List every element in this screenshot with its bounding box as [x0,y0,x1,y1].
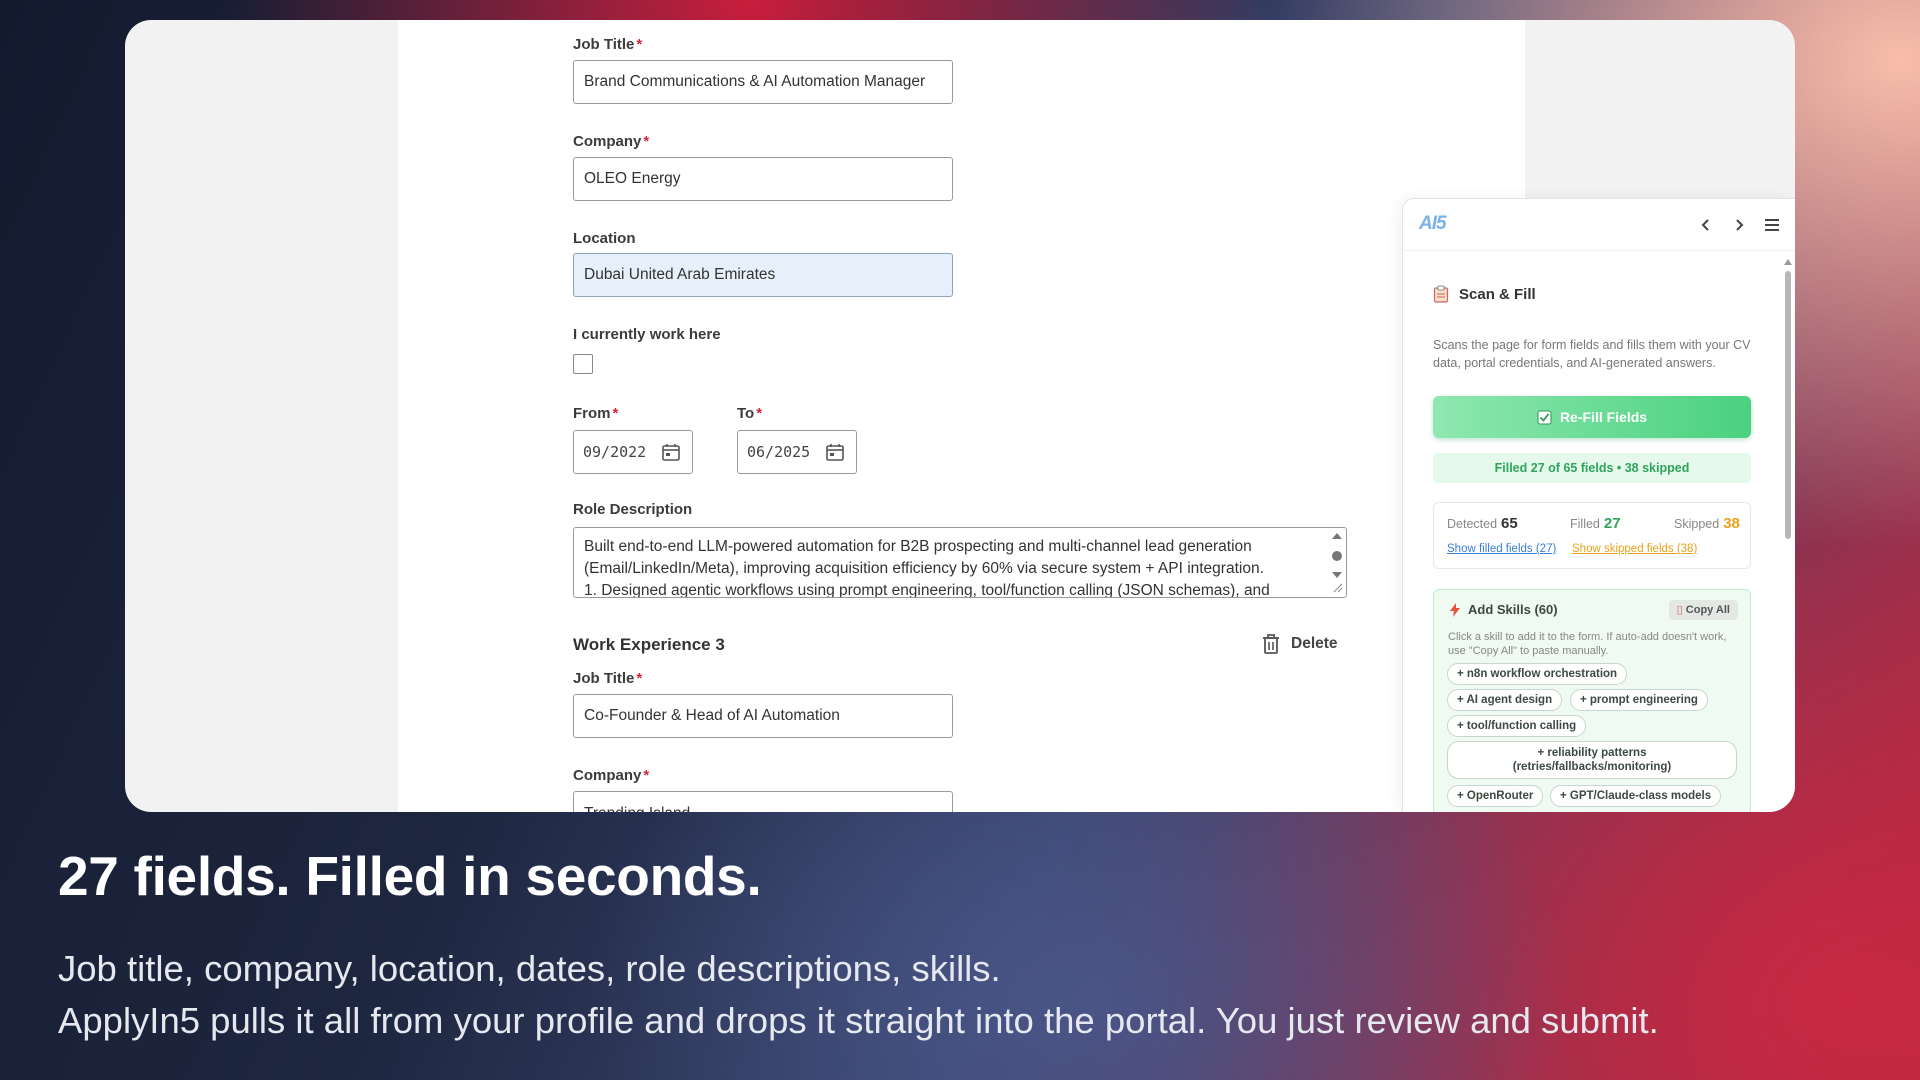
skill-chip[interactable]: + tool/function calling [1447,715,1587,737]
refill-fields-button[interactable]: Re-Fill Fields [1433,396,1751,438]
add-skills-card: Add Skills (60) ▯ Copy All Click a skill… [1433,589,1751,812]
required-mark: * [636,36,643,53]
chevron-left-icon[interactable] [1696,215,1716,235]
role-description-line: Built end-to-end LLM-powered automation … [584,538,1252,555]
from-date-value: 09/2022 [583,443,647,461]
chevron-right-icon[interactable] [1729,215,1749,235]
applyin5-extension-panel: AI5 Scan & Fill Scans the page for form … [1402,198,1795,812]
checkbox-check-icon [1537,410,1552,424]
scan-fill-description: Scans the page for form fields and fills… [1433,338,1751,370]
scan-fill-title: Scan & Fill [1459,285,1536,303]
to-date-input[interactable]: 06/2025 [737,430,857,474]
role-description-textarea[interactable]: Built end-to-end LLM-powered automation … [573,527,1347,598]
trash-icon [1263,634,1279,654]
location-label: Location [573,230,636,247]
job-title-3-input[interactable]: Co-Founder & Head of AI Automation [573,694,953,738]
caption-headline: 27 fields. Filled in seconds. [58,845,762,907]
detected-count: 65 [1501,515,1518,532]
ai5-logo: AI5 [1419,213,1447,234]
lightning-icon [1450,602,1460,617]
work-experience-form: Job Title * Brand Communications & AI Aut… [573,20,1353,812]
application-form-page: Job Title * Brand Communications & AI Aut… [398,20,1525,812]
panel-scrollbar[interactable] [1783,259,1793,809]
to-label: To * [737,405,763,422]
skill-chip[interactable]: + reliability patterns (retries/fallback… [1447,741,1737,779]
detected-stat: Detected 65 [1447,515,1518,532]
add-skills-title: Add Skills (60) [1468,602,1558,617]
skill-chip[interactable]: + AI agent design [1447,689,1563,711]
company-3-input[interactable]: Trending Island [573,791,953,812]
company-label: Company * [573,133,650,150]
skill-chip[interactable]: + prompt engineering [1570,689,1708,711]
skill-chip[interactable]: + OpenRouter [1447,785,1544,807]
caption-line-1: Job title, company, location, dates, rol… [58,948,1001,989]
skill-chip[interactable]: + n8n workflow orchestration [1447,663,1628,685]
panel-header: AI5 [1403,199,1795,251]
skipped-count: 38 [1723,515,1740,532]
copy-all-button[interactable]: ▯ Copy All [1668,600,1738,620]
show-filled-link[interactable]: Show filled fields (27) [1447,543,1556,555]
fill-stats-card: Detected 65 Filled 27 Skipped 38 Show fille… [1433,502,1751,569]
textarea-scrollbar[interactable] [1330,530,1344,594]
skipped-stat: Skipped 38 [1674,515,1740,532]
role-description-line: 1. Designed agentic workflows using prom… [584,582,1270,598]
filled-count: 27 [1603,515,1621,532]
to-date-value: 06/2025 [747,443,811,461]
menu-icon[interactable] [1762,215,1782,235]
currently-work-here-label: I currently work here [573,326,721,343]
currently-work-here-checkbox[interactable] [573,354,593,374]
from-label: From * [573,405,619,422]
location-input[interactable]: Dubai United Arab Emirates [573,253,953,297]
add-skills-heading: Add Skills (60) [1450,602,1558,617]
job-title-3-label: Job Title * [573,670,643,687]
required-mark: * [636,670,643,687]
skills-hint: Click a skill to add it to the form. If … [1448,631,1727,657]
calendar-icon[interactable] [661,442,681,462]
company-input[interactable]: OLEO Energy [573,157,953,201]
company-3-label: Company * [573,767,650,784]
screenshot-frame: Job Title * Brand Communications & AI Aut… [125,20,1795,812]
required-mark: * [756,405,763,422]
delete-label: Delete [1291,635,1338,652]
required-mark: * [643,133,650,150]
caption-line-2: ApplyIn5 pulls it all from your profile … [58,1000,1659,1041]
calendar-icon[interactable] [825,442,845,462]
from-date-input[interactable]: 09/2022 [573,430,693,474]
clipboard-icon: ▯ [1676,604,1683,616]
scan-fill-heading: Scan & Fill [1433,285,1536,303]
delete-button[interactable]: Delete [1261,633,1338,655]
job-title-label: Job Title * [573,36,643,53]
required-mark: * [612,405,619,422]
role-description-line: (Email/LinkedIn/Meta), improving acquisi… [584,560,1264,577]
clipboard-icon [1433,285,1449,303]
required-mark: * [643,767,650,784]
filled-stat: Filled 27 [1570,515,1621,532]
skill-chip[interactable]: + GPT/Claude-class models [1550,785,1722,807]
show-skipped-link[interactable]: Show skipped fields (38) [1572,543,1697,555]
role-description-label: Role Description [573,501,693,518]
work-experience-3-title: Work Experience 3 [573,635,725,654]
fill-status-bar: Filled 27 of 65 fields • 38 skipped [1433,453,1751,483]
job-title-input[interactable]: Brand Communications & AI Automation Man… [573,60,953,104]
refill-label: Re-Fill Fields [1559,409,1648,425]
